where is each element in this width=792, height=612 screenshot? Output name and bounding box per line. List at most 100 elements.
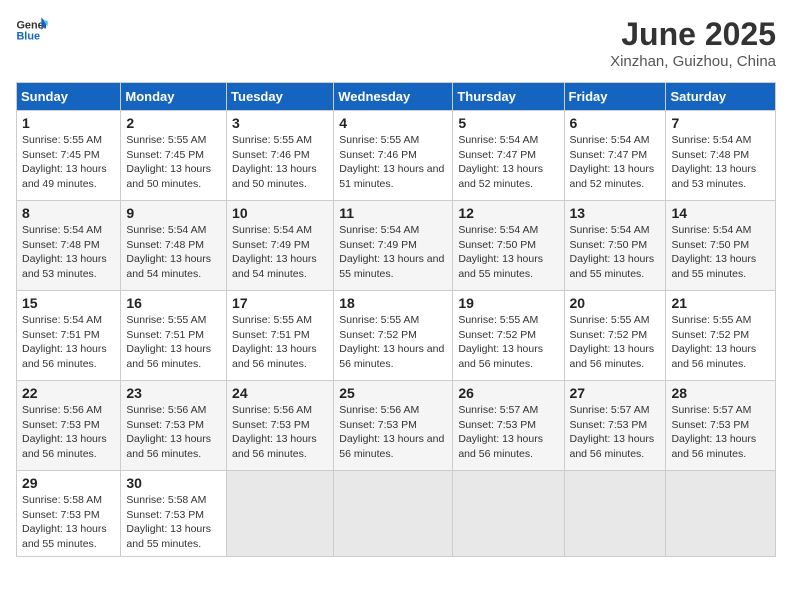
svg-text:Blue: Blue bbox=[16, 30, 40, 42]
table-row bbox=[564, 471, 666, 557]
table-row: 19 Sunrise: 5:55 AMSunset: 7:52 PMDayligh… bbox=[453, 291, 564, 381]
table-row: 28 Sunrise: 5:57 AMSunset: 7:53 PMDayligh… bbox=[666, 381, 776, 471]
day-number: 15 bbox=[22, 295, 115, 311]
day-info: Sunrise: 5:54 AMSunset: 7:48 PMDaylight:… bbox=[126, 223, 221, 282]
day-info: Sunrise: 5:54 AMSunset: 7:49 PMDaylight:… bbox=[339, 223, 447, 282]
month-title: June 2025 bbox=[610, 16, 776, 53]
day-number: 18 bbox=[339, 295, 447, 311]
logo: General Blue bbox=[16, 16, 48, 44]
day-header-monday: Monday bbox=[121, 83, 227, 111]
day-number: 25 bbox=[339, 385, 447, 401]
day-info: Sunrise: 5:54 AMSunset: 7:47 PMDaylight:… bbox=[570, 133, 661, 192]
day-number: 19 bbox=[458, 295, 558, 311]
day-info: Sunrise: 5:58 AMSunset: 7:53 PMDaylight:… bbox=[126, 493, 221, 552]
day-info: Sunrise: 5:55 AMSunset: 7:52 PMDaylight:… bbox=[671, 313, 770, 372]
day-number: 13 bbox=[570, 205, 661, 221]
day-number: 1 bbox=[22, 115, 115, 131]
table-row: 18 Sunrise: 5:55 AMSunset: 7:52 PMDayligh… bbox=[334, 291, 453, 381]
day-number: 3 bbox=[232, 115, 328, 131]
day-info: Sunrise: 5:55 AMSunset: 7:46 PMDaylight:… bbox=[339, 133, 447, 192]
day-info: Sunrise: 5:54 AMSunset: 7:50 PMDaylight:… bbox=[671, 223, 770, 282]
table-row: 12 Sunrise: 5:54 AMSunset: 7:50 PMDayligh… bbox=[453, 201, 564, 291]
table-row: 3 Sunrise: 5:55 AMSunset: 7:46 PMDaylight… bbox=[227, 111, 334, 201]
day-header-tuesday: Tuesday bbox=[227, 83, 334, 111]
day-number: 21 bbox=[671, 295, 770, 311]
day-number: 29 bbox=[22, 475, 115, 491]
day-header-saturday: Saturday bbox=[666, 83, 776, 111]
table-row: 20 Sunrise: 5:55 AMSunset: 7:52 PMDayligh… bbox=[564, 291, 666, 381]
table-row: 4 Sunrise: 5:55 AMSunset: 7:46 PMDaylight… bbox=[334, 111, 453, 201]
header: General Blue June 2025 Xinzhan, Guizhou,… bbox=[16, 16, 776, 70]
table-row: 16 Sunrise: 5:55 AMSunset: 7:51 PMDayligh… bbox=[121, 291, 227, 381]
day-header-wednesday: Wednesday bbox=[334, 83, 453, 111]
day-info: Sunrise: 5:54 AMSunset: 7:48 PMDaylight:… bbox=[671, 133, 770, 192]
table-row: 13 Sunrise: 5:54 AMSunset: 7:50 PMDayligh… bbox=[564, 201, 666, 291]
day-number: 22 bbox=[22, 385, 115, 401]
table-row: 14 Sunrise: 5:54 AMSunset: 7:50 PMDayligh… bbox=[666, 201, 776, 291]
calendar-table: SundayMondayTuesdayWednesdayThursdayFrid… bbox=[16, 82, 776, 557]
day-number: 28 bbox=[671, 385, 770, 401]
day-header-friday: Friday bbox=[564, 83, 666, 111]
logo-icon: General Blue bbox=[16, 16, 48, 44]
table-row: 21 Sunrise: 5:55 AMSunset: 7:52 PMDayligh… bbox=[666, 291, 776, 381]
day-info: Sunrise: 5:57 AMSunset: 7:53 PMDaylight:… bbox=[671, 403, 770, 462]
day-number: 17 bbox=[232, 295, 328, 311]
day-number: 26 bbox=[458, 385, 558, 401]
table-row bbox=[666, 471, 776, 557]
day-number: 4 bbox=[339, 115, 447, 131]
table-row: 1 Sunrise: 5:55 AMSunset: 7:45 PMDaylight… bbox=[17, 111, 121, 201]
day-info: Sunrise: 5:55 AMSunset: 7:51 PMDaylight:… bbox=[126, 313, 221, 372]
day-number: 14 bbox=[671, 205, 770, 221]
day-info: Sunrise: 5:55 AMSunset: 7:52 PMDaylight:… bbox=[458, 313, 558, 372]
table-row: 5Sunrise: 5:54 AMSunset: 7:47 PMDaylight… bbox=[453, 111, 564, 201]
day-number: 9 bbox=[126, 205, 221, 221]
day-number: 11 bbox=[339, 205, 447, 221]
day-info: Sunrise: 5:56 AMSunset: 7:53 PMDaylight:… bbox=[126, 403, 221, 462]
day-info: Sunrise: 5:57 AMSunset: 7:53 PMDaylight:… bbox=[570, 403, 661, 462]
table-row bbox=[334, 471, 453, 557]
day-info: Sunrise: 5:54 AMSunset: 7:50 PMDaylight:… bbox=[570, 223, 661, 282]
table-row: 29 Sunrise: 5:58 AMSunset: 7:53 PMDayligh… bbox=[17, 471, 121, 557]
table-row: 27 Sunrise: 5:57 AMSunset: 7:53 PMDayligh… bbox=[564, 381, 666, 471]
day-info: Sunrise: 5:55 AMSunset: 7:51 PMDaylight:… bbox=[232, 313, 328, 372]
day-info: Sunrise: 5:55 AMSunset: 7:46 PMDaylight:… bbox=[232, 133, 328, 192]
table-row: 7 Sunrise: 5:54 AMSunset: 7:48 PMDaylight… bbox=[666, 111, 776, 201]
day-info: Sunrise: 5:55 AMSunset: 7:52 PMDaylight:… bbox=[570, 313, 661, 372]
day-number: 20 bbox=[570, 295, 661, 311]
table-row: 15 Sunrise: 5:54 AMSunset: 7:51 PMDayligh… bbox=[17, 291, 121, 381]
day-header-thursday: Thursday bbox=[453, 83, 564, 111]
day-info: Sunrise: 5:54 AMSunset: 7:50 PMDaylight:… bbox=[458, 223, 558, 282]
day-number: 16 bbox=[126, 295, 221, 311]
day-number: 12 bbox=[458, 205, 558, 221]
day-info: Sunrise: 5:56 AMSunset: 7:53 PMDaylight:… bbox=[22, 403, 115, 462]
day-info: Sunrise: 5:54 AMSunset: 7:48 PMDaylight:… bbox=[22, 223, 115, 282]
day-number: 23 bbox=[126, 385, 221, 401]
day-info: Sunrise: 5:54 AMSunset: 7:51 PMDaylight:… bbox=[22, 313, 115, 372]
title-area: June 2025 Xinzhan, Guizhou, China bbox=[610, 16, 776, 70]
day-info: Sunrise: 5:58 AMSunset: 7:53 PMDaylight:… bbox=[22, 493, 115, 552]
table-row: 30Sunrise: 5:58 AMSunset: 7:53 PMDayligh… bbox=[121, 471, 227, 557]
day-number: 8 bbox=[22, 205, 115, 221]
day-info: Sunrise: 5:57 AMSunset: 7:53 PMDaylight:… bbox=[458, 403, 558, 462]
day-info: Sunrise: 5:56 AMSunset: 7:53 PMDaylight:… bbox=[339, 403, 447, 462]
table-row: 26 Sunrise: 5:57 AMSunset: 7:53 PMDayligh… bbox=[453, 381, 564, 471]
table-row: 17 Sunrise: 5:55 AMSunset: 7:51 PMDayligh… bbox=[227, 291, 334, 381]
table-row: 24Sunrise: 5:56 AMSunset: 7:53 PMDayligh… bbox=[227, 381, 334, 471]
day-info: Sunrise: 5:55 AMSunset: 7:52 PMDaylight:… bbox=[339, 313, 447, 372]
day-number: 6 bbox=[570, 115, 661, 131]
day-info: Sunrise: 5:54 AMSunset: 7:49 PMDaylight:… bbox=[232, 223, 328, 282]
table-row bbox=[453, 471, 564, 557]
day-header-sunday: Sunday bbox=[17, 83, 121, 111]
table-row bbox=[227, 471, 334, 557]
table-row: 22 Sunrise: 5:56 AMSunset: 7:53 PMDayligh… bbox=[17, 381, 121, 471]
table-row: 8 Sunrise: 5:54 AMSunset: 7:48 PMDaylight… bbox=[17, 201, 121, 291]
day-number: 27 bbox=[570, 385, 661, 401]
day-info: Sunrise: 5:55 AMSunset: 7:45 PMDaylight:… bbox=[126, 133, 221, 192]
table-row: 23 Sunrise: 5:56 AMSunset: 7:53 PMDayligh… bbox=[121, 381, 227, 471]
location-title: Xinzhan, Guizhou, China bbox=[610, 53, 776, 70]
day-info: Sunrise: 5:55 AMSunset: 7:45 PMDaylight:… bbox=[22, 133, 115, 192]
day-number: 7 bbox=[671, 115, 770, 131]
table-row: 2Sunrise: 5:55 AMSunset: 7:45 PMDaylight… bbox=[121, 111, 227, 201]
day-number: 5 bbox=[458, 115, 558, 131]
table-row: 6 Sunrise: 5:54 AMSunset: 7:47 PMDaylight… bbox=[564, 111, 666, 201]
